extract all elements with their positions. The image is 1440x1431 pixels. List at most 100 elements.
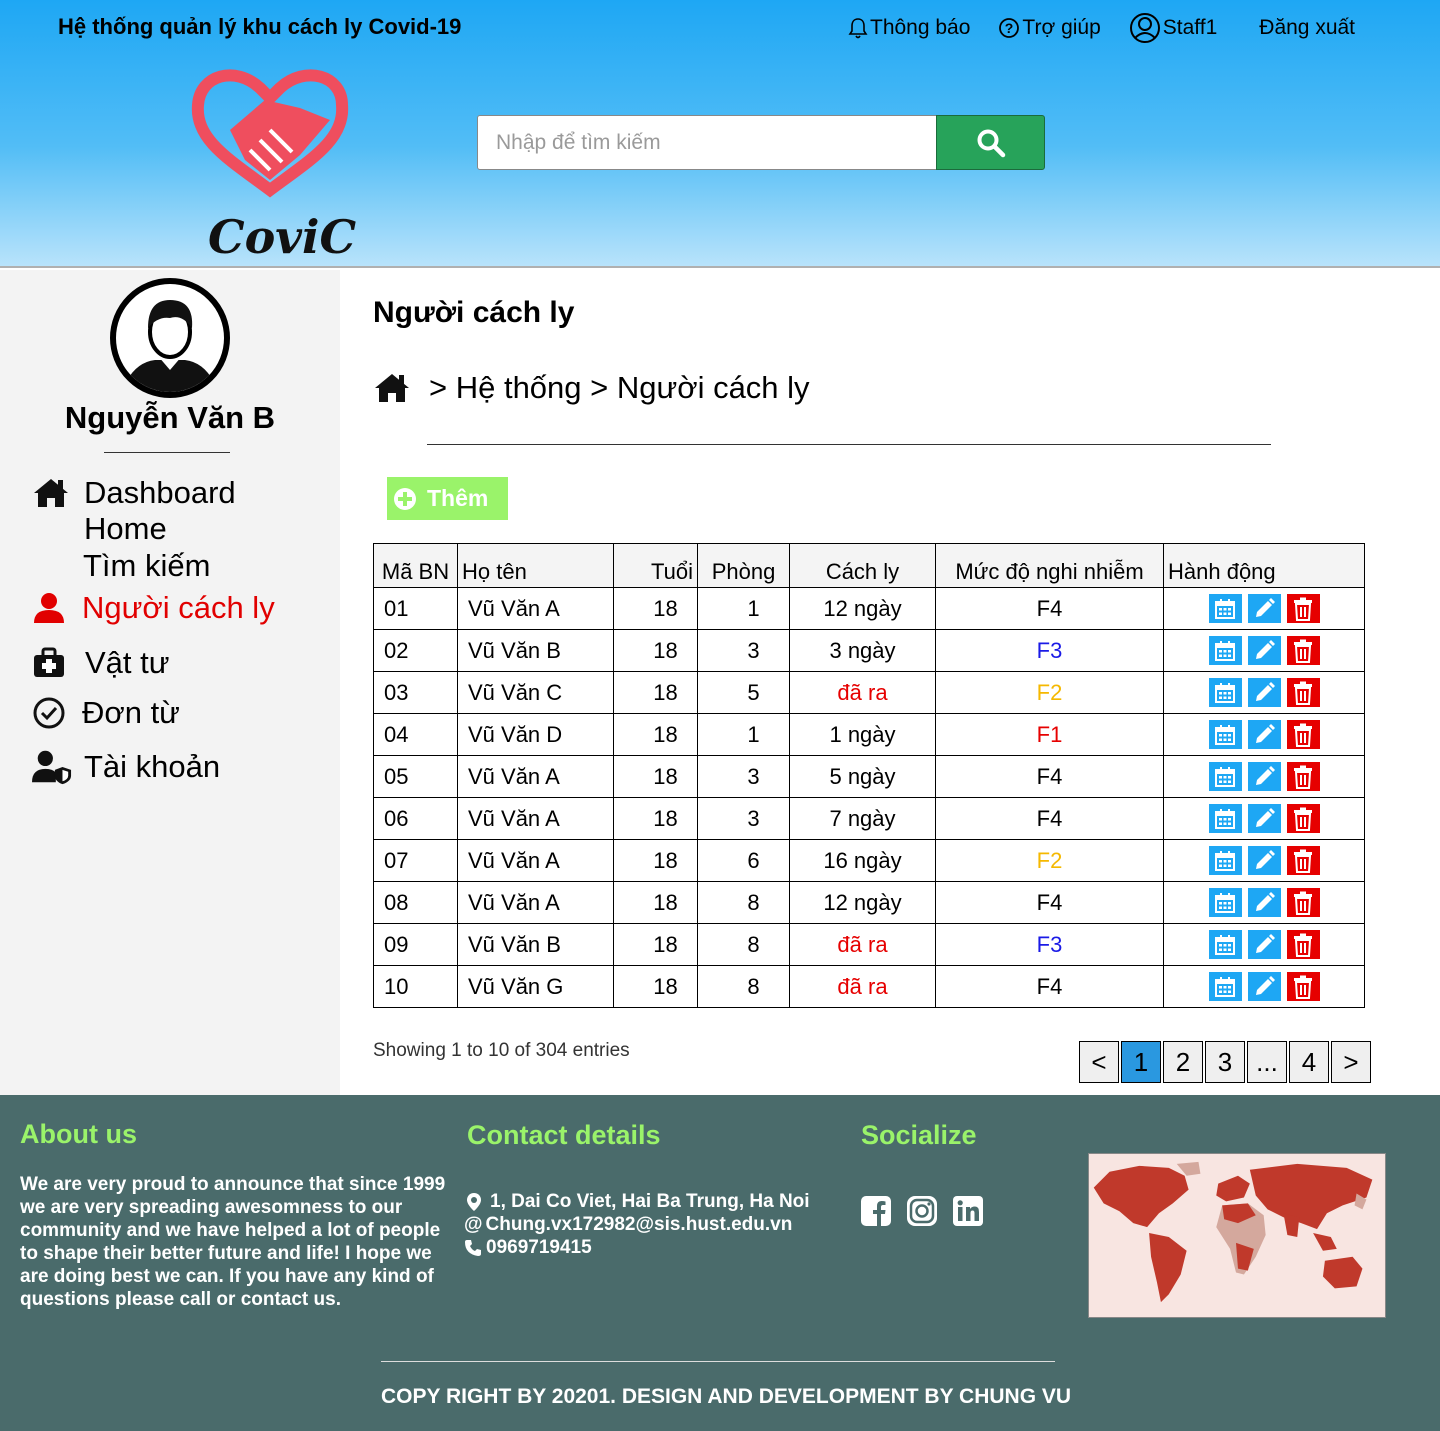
table-row[interactable]: 09 Vũ Văn B 18 8 đã ra F3 (373, 923, 1365, 966)
add-button[interactable]: Thêm (387, 477, 508, 520)
cell-room: 8 (697, 923, 790, 966)
logo[interactable]: CoviC (190, 60, 356, 265)
edit-button[interactable] (1247, 804, 1281, 833)
col-quarantine[interactable]: Cách ly (789, 543, 936, 588)
email-line[interactable]: @ Chung.vx172982@sis.hust.edu.vn (464, 1213, 810, 1236)
edit-button[interactable] (1247, 594, 1281, 623)
pencil-icon (1256, 933, 1275, 953)
table-row[interactable]: 10 Vũ Văn G 18 8 đã ra F4 (373, 965, 1365, 1008)
delete-button[interactable] (1286, 636, 1320, 665)
sidebar-item-supplies[interactable]: Vật tư (32, 645, 170, 681)
pencil-icon (1256, 807, 1275, 827)
facebook-icon[interactable] (860, 1195, 892, 1227)
pencil-icon (1256, 597, 1275, 617)
edit-button[interactable] (1247, 636, 1281, 665)
schedule-button[interactable] (1208, 846, 1242, 875)
cell-level: F4 (935, 755, 1164, 798)
pencil-icon (1256, 849, 1275, 869)
delete-button[interactable] (1286, 762, 1320, 791)
col-level[interactable]: Mức độ nghi nhiễm (935, 543, 1164, 588)
world-map (1088, 1153, 1386, 1318)
page-button-1[interactable]: 1 (1121, 1041, 1161, 1083)
col-id[interactable]: Mã BN (373, 543, 458, 588)
notifications-link[interactable]: Thông báo (848, 16, 970, 40)
logout-link[interactable]: Đăng xuất (1259, 16, 1355, 40)
sidebar-item-quarantined[interactable]: Người cách ly (32, 590, 275, 626)
delete-button[interactable] (1286, 720, 1320, 749)
delete-button[interactable] (1286, 930, 1320, 959)
delete-button[interactable] (1286, 804, 1320, 833)
sidebar-item-search[interactable]: Tìm kiếm (83, 548, 210, 584)
table-row[interactable]: 01 Vũ Văn A 18 1 12 ngày F4 (373, 587, 1365, 630)
schedule-button[interactable] (1208, 972, 1242, 1001)
table-row[interactable]: 06 Vũ Văn A 18 3 7 ngày F4 (373, 797, 1365, 840)
cell-quarantine: 16 ngày (789, 839, 936, 882)
table-row[interactable]: 04 Vũ Văn D 18 1 1 ngày F1 (373, 713, 1365, 756)
schedule-button[interactable] (1208, 636, 1242, 665)
schedule-button[interactable] (1208, 888, 1242, 917)
social-links (860, 1195, 984, 1227)
cell-id: 03 (373, 671, 458, 714)
cell-room: 3 (697, 797, 790, 840)
prev-page-button[interactable]: < (1079, 1041, 1119, 1083)
table-row[interactable]: 02 Vũ Văn B 18 3 3 ngày F3 (373, 629, 1365, 672)
delete-button[interactable] (1286, 846, 1320, 875)
check-circle-icon (33, 697, 65, 729)
col-room[interactable]: Phòng (697, 543, 790, 588)
sidebar-item-home[interactable]: Home (84, 511, 167, 547)
table-row[interactable]: 08 Vũ Văn A 18 8 12 ngày F4 (373, 881, 1365, 924)
help-link[interactable]: ? Trợ giúp (998, 16, 1101, 40)
cell-name: Vũ Văn C (457, 671, 614, 714)
sidebar-item-forms[interactable]: Đơn từ (32, 695, 180, 731)
schedule-button[interactable] (1208, 594, 1242, 623)
breadcrumb-path[interactable]: > Hệ thống > Người cách ly (429, 370, 810, 406)
header: Hệ thống quản lý khu cách ly Covid-19 Th… (0, 0, 1440, 268)
cell-quarantine: 5 ngày (789, 755, 936, 798)
page-button-3[interactable]: 3 (1205, 1041, 1245, 1083)
cell-id: 05 (373, 755, 458, 798)
schedule-button[interactable] (1208, 804, 1242, 833)
search-icon (977, 129, 1005, 157)
trash-icon (1294, 849, 1312, 873)
phone-line[interactable]: 0969719415 (464, 1236, 810, 1259)
sidebar-item-dashboard[interactable]: Dashboard (32, 475, 236, 511)
search-input[interactable] (477, 115, 937, 170)
delete-button[interactable] (1286, 678, 1320, 707)
edit-button[interactable] (1247, 930, 1281, 959)
delete-button[interactable] (1286, 888, 1320, 917)
next-page-button[interactable]: > (1331, 1041, 1371, 1083)
schedule-button[interactable] (1208, 930, 1242, 959)
pagination: <1 2 3... 4 > (1079, 1041, 1373, 1083)
col-age[interactable]: Tuổi (613, 543, 698, 588)
entries-info: Showing 1 to 10 of 304 entries (373, 1040, 630, 1061)
schedule-button[interactable] (1208, 678, 1242, 707)
trash-icon (1294, 765, 1312, 789)
page-button-2[interactable]: 2 (1163, 1041, 1203, 1083)
edit-button[interactable] (1247, 762, 1281, 791)
edit-button[interactable] (1247, 888, 1281, 917)
col-name[interactable]: Họ tên (457, 543, 614, 588)
edit-button[interactable] (1247, 972, 1281, 1001)
cell-id: 04 (373, 713, 458, 756)
edit-button[interactable] (1247, 678, 1281, 707)
table-row[interactable]: 05 Vũ Văn A 18 3 5 ngày F4 (373, 755, 1365, 798)
delete-button[interactable] (1286, 594, 1320, 623)
page-button-4[interactable]: 4 (1289, 1041, 1329, 1083)
logout-label: Đăng xuất (1259, 16, 1356, 39)
home-icon[interactable] (373, 372, 411, 404)
schedule-button[interactable] (1208, 720, 1242, 749)
sidebar-item-account[interactable]: Tài khoản (32, 749, 220, 785)
instagram-icon[interactable] (906, 1195, 938, 1227)
search-button[interactable] (936, 115, 1045, 170)
edit-button[interactable] (1247, 846, 1281, 875)
table-row[interactable]: 07 Vũ Văn A 18 6 16 ngày F2 (373, 839, 1365, 882)
cell-quarantine: đã ra (789, 671, 936, 714)
schedule-button[interactable] (1208, 762, 1242, 791)
table-row[interactable]: 03 Vũ Văn C 18 5 đã ra F2 (373, 671, 1365, 714)
edit-button[interactable] (1247, 720, 1281, 749)
delete-button[interactable] (1286, 972, 1320, 1001)
linkedin-icon[interactable] (952, 1195, 984, 1227)
user-menu[interactable]: Staff1 (1129, 12, 1217, 44)
cell-actions (1163, 587, 1365, 630)
cell-room: 3 (697, 629, 790, 672)
